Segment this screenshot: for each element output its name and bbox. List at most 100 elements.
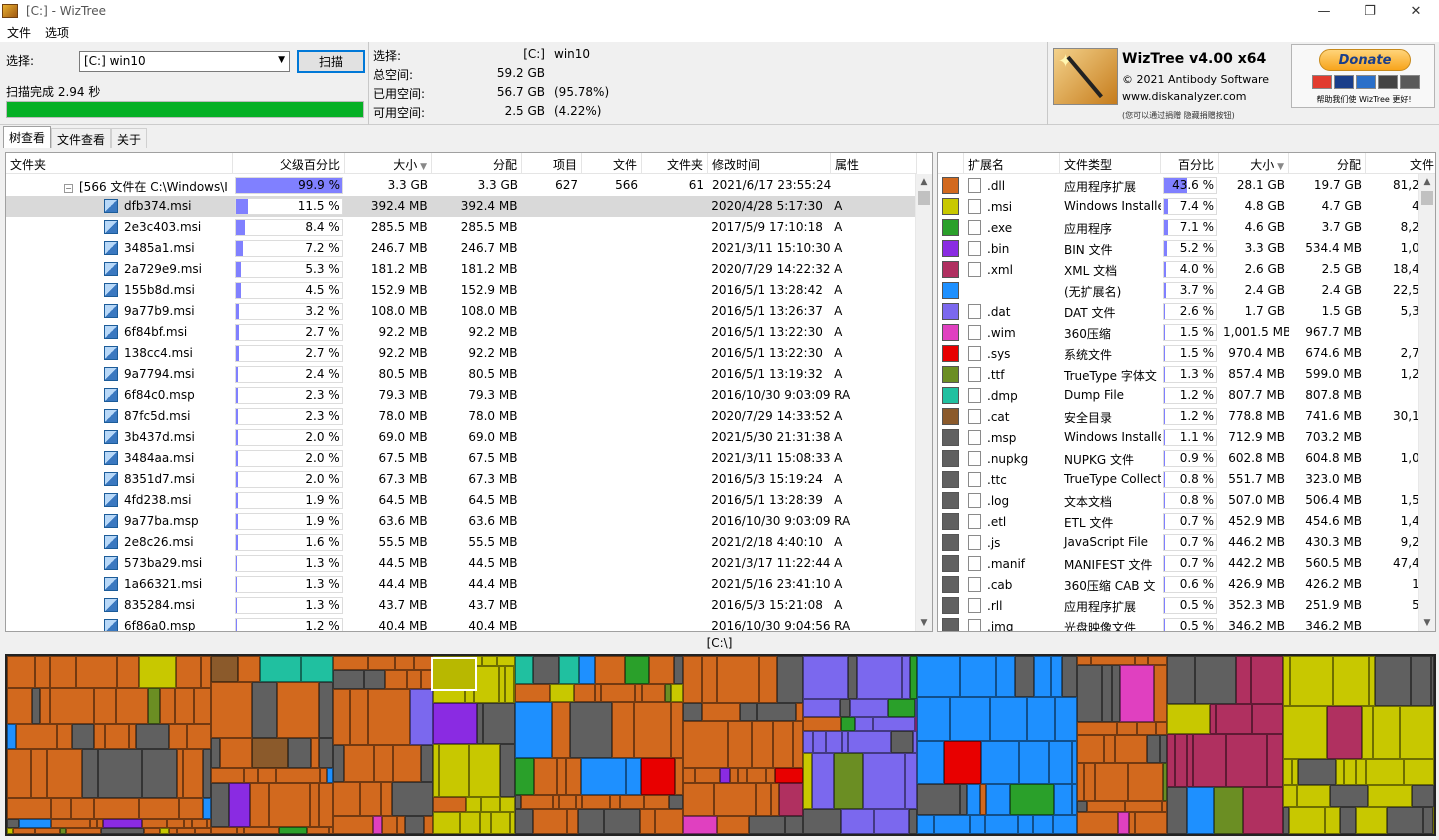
treemap-block[interactable] — [1118, 812, 1129, 834]
treemap-block[interactable] — [1327, 706, 1362, 759]
treemap-block[interactable] — [552, 702, 570, 758]
tree-file-row[interactable]: 6f84c0.msp 2.3 % 79.3 MB 79.3 MB 2016/10/30 … — [6, 385, 916, 406]
treemap-block[interactable] — [1411, 656, 1431, 706]
treemap-block[interactable] — [333, 689, 350, 745]
treemap-block[interactable] — [595, 656, 625, 684]
treemap-block[interactable] — [374, 745, 393, 782]
treemap-block[interactable] — [891, 731, 913, 753]
treemap-block[interactable] — [803, 656, 848, 699]
treemap-block[interactable] — [1362, 706, 1373, 759]
treemap-block[interactable] — [1117, 722, 1137, 735]
treemap-block[interactable] — [1115, 735, 1147, 763]
treemap-block[interactable] — [533, 809, 567, 834]
treemap-block[interactable] — [1087, 801, 1125, 812]
tree-column-header[interactable]: 文件 — [582, 153, 642, 174]
treemap-block[interactable] — [803, 753, 812, 809]
treemap-block[interactable] — [1423, 807, 1433, 834]
treemap-block[interactable] — [7, 656, 35, 688]
treemap-block[interactable] — [990, 697, 1027, 741]
treemap-block[interactable] — [1404, 759, 1434, 785]
treemap-block[interactable] — [635, 684, 642, 702]
treemap-block[interactable] — [169, 828, 177, 834]
treemap-block[interactable] — [771, 783, 779, 816]
treemap-block[interactable] — [747, 768, 766, 783]
tree-file-row[interactable]: 2e8c26.msi 1.6 % 55.5 MB 55.5 MB 2021/2/18 4… — [6, 532, 916, 553]
scan-button[interactable]: 扫描 — [297, 50, 365, 73]
treemap-block[interactable] — [813, 731, 826, 753]
treemap-block[interactable] — [136, 724, 169, 749]
treemap-block[interactable] — [237, 827, 244, 834]
treemap-block[interactable] — [950, 697, 990, 741]
tree-scrollbar[interactable]: ▲ ▼ — [915, 174, 932, 631]
treemap-block[interactable] — [7, 749, 31, 798]
treemap-block[interactable] — [319, 682, 333, 738]
treemap-block[interactable] — [683, 656, 702, 703]
treemap-block[interactable] — [970, 815, 985, 834]
treemap-block[interactable] — [1373, 706, 1400, 759]
treemap-block[interactable] — [32, 688, 40, 724]
treemap-block[interactable] — [695, 768, 720, 783]
treemap-block[interactable] — [702, 656, 717, 703]
tree-column-header[interactable]: 大小 ▼ — [345, 153, 432, 174]
treemap-block[interactable] — [1167, 734, 1175, 787]
extension-row[interactable]: .dmpDump File1.2 %807.7 MB807.8 MB41 — [938, 385, 1435, 406]
treemap-block[interactable] — [1054, 784, 1072, 815]
treemap-block[interactable] — [393, 745, 421, 782]
treemap-block[interactable] — [1283, 759, 1292, 785]
scroll-thumb[interactable] — [1421, 191, 1433, 205]
treemap-block[interactable] — [474, 666, 499, 703]
treemap-block[interactable] — [655, 809, 683, 834]
treemap-block[interactable] — [967, 784, 980, 815]
treemap-block[interactable] — [101, 828, 144, 834]
extension-row[interactable]: .jsJavaScript File0.7 %446.2 MB430.3 MB9… — [938, 532, 1435, 553]
treemap-selected-block[interactable] — [431, 657, 477, 691]
treemap-block[interactable] — [566, 758, 581, 795]
treemap-block[interactable] — [82, 749, 98, 798]
extension-column-header[interactable]: 扩展名 — [964, 153, 1060, 174]
maximize-button[interactable]: ❐ — [1347, 0, 1393, 22]
treemap-block[interactable] — [1053, 815, 1077, 834]
extension-row[interactable]: .img光盘映像文件0.5 %346.2 MB346.2 MB2 — [938, 616, 1435, 631]
extension-row[interactable]: .dll 应用程序扩展 43.6 % 28.1 GB 19.7 GB 81,202 — [938, 175, 1435, 196]
treemap-block[interactable] — [279, 827, 307, 834]
treemap-block[interactable] — [515, 702, 552, 758]
treemap-block[interactable] — [644, 795, 669, 809]
treemap-block[interactable] — [981, 741, 1019, 784]
treemap-block[interactable] — [888, 699, 915, 717]
treemap-block[interactable] — [201, 656, 211, 688]
treemap-block[interactable] — [1137, 722, 1156, 735]
treemap-block[interactable] — [779, 783, 803, 816]
treemap-block[interactable] — [392, 782, 433, 816]
treemap-block[interactable] — [803, 809, 841, 834]
tree-file-row[interactable]: 2a729e9.msi 5.3 % 181.2 MB 181.2 MB 2020/7/2… — [6, 259, 916, 280]
treemap-block[interactable] — [848, 656, 857, 699]
treemap-block[interactable] — [675, 758, 683, 795]
treemap-block[interactable] — [505, 666, 514, 703]
treemap-block[interactable] — [803, 731, 813, 753]
treemap-block[interactable] — [1033, 815, 1053, 834]
extension-scrollbar[interactable]: ▲ ▼ — [1418, 174, 1435, 631]
treemap-block[interactable] — [72, 724, 94, 749]
treemap-block[interactable] — [1333, 656, 1369, 706]
treemap-block[interactable] — [826, 731, 842, 753]
treemap-block[interactable] — [841, 809, 874, 834]
treemap-block[interactable] — [671, 684, 683, 702]
treemap-block[interactable] — [500, 797, 515, 812]
treemap-block[interactable] — [195, 828, 211, 834]
treemap-block[interactable] — [1412, 785, 1434, 807]
tree-file-row[interactable]: 6f84bf.msi 2.7 % 92.2 MB 92.2 MB 2016/5/1 13… — [6, 322, 916, 343]
treemap-block[interactable] — [382, 816, 397, 834]
treemap-block[interactable] — [250, 783, 269, 827]
app-website-link[interactable]: www.diskanalyzer.com — [1122, 90, 1247, 103]
treemap-block[interactable] — [211, 682, 252, 738]
treemap-block[interactable] — [717, 816, 749, 834]
treemap-block[interactable] — [1283, 706, 1327, 759]
extension-row[interactable]: .ttfTrueType 字体文1.3 %857.4 MB599.0 MB1,2… — [938, 364, 1435, 385]
treemap-block[interactable] — [483, 703, 515, 744]
treemap-block[interactable] — [1387, 807, 1423, 834]
treemap-block[interactable] — [288, 738, 311, 768]
treemap-block[interactable] — [626, 758, 641, 795]
treemap-block[interactable] — [960, 784, 967, 815]
treemap-block[interactable] — [550, 684, 574, 702]
treemap-block[interactable] — [116, 688, 148, 724]
